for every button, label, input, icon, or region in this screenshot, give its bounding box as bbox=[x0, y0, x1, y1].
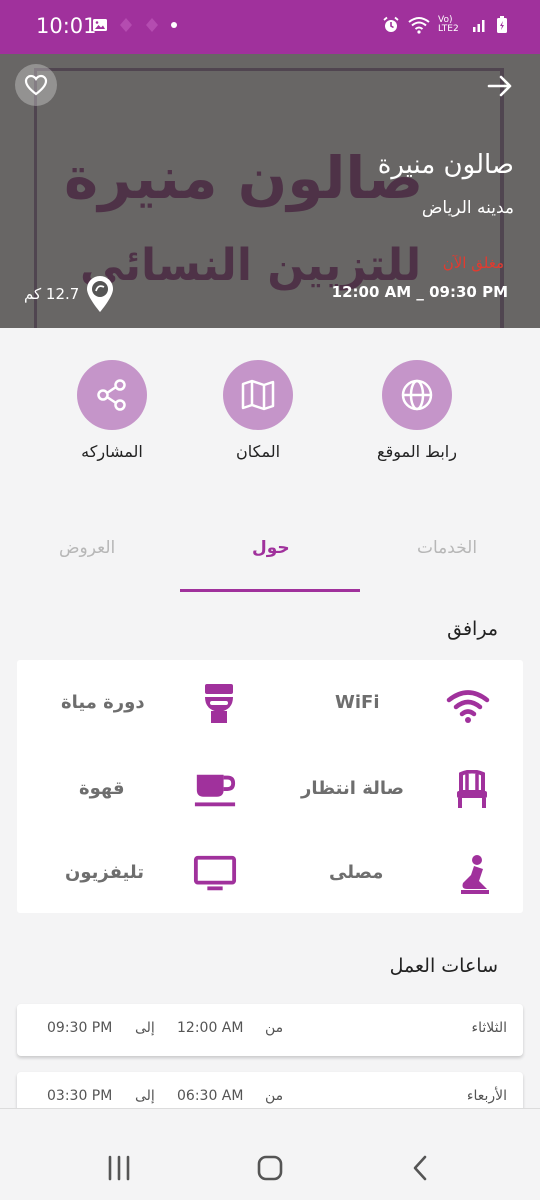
active-tab-indicator bbox=[180, 589, 360, 592]
action-label: المكان bbox=[235, 442, 281, 461]
status-time: 10:01 bbox=[36, 14, 97, 38]
share-button[interactable]: المشاركه bbox=[37, 360, 187, 461]
tab-services[interactable]: الخدمات bbox=[417, 538, 477, 558]
battery-icon bbox=[497, 16, 507, 33]
facilities-row: مصلى تليفزيون bbox=[17, 830, 523, 914]
hours-day: الثلاثاء bbox=[471, 1020, 507, 1036]
hours-from-label: من bbox=[265, 1088, 284, 1104]
tab-about[interactable]: حول bbox=[252, 538, 290, 558]
hours-start: 12:00 AM bbox=[177, 1020, 244, 1036]
globe-icon bbox=[401, 379, 433, 411]
location-button[interactable]: المكان bbox=[183, 360, 333, 461]
system-nav-bar bbox=[0, 1108, 540, 1200]
hours-end: 03:30 PM bbox=[47, 1088, 113, 1104]
recent-apps-icon[interactable] bbox=[104, 1153, 134, 1183]
map-icon bbox=[241, 379, 275, 411]
hours-to-label: إلى bbox=[135, 1020, 155, 1036]
hours-row: الثلاثاء من 12:00 AM إلى 09:30 PM bbox=[17, 1004, 523, 1056]
tv-icon bbox=[193, 855, 237, 891]
salon-hours: 12:00 AM _ 09:30 PM bbox=[331, 283, 508, 301]
facility-label: WiFi bbox=[335, 692, 380, 713]
wifi-status-icon bbox=[408, 17, 430, 34]
more-notifications-dot bbox=[171, 22, 177, 28]
wifi-icon bbox=[446, 690, 490, 723]
website-link-button[interactable]: رابط الموقع bbox=[342, 360, 492, 461]
distance-value: 12.7 كم bbox=[24, 285, 80, 303]
app-notification-icon bbox=[146, 18, 158, 32]
facilities-row: صالة انتظار قهوة bbox=[17, 746, 523, 830]
action-label: المشاركه bbox=[81, 442, 143, 461]
salon-name: صالون منيرة bbox=[377, 150, 514, 180]
facility-label: صالة انتظار bbox=[301, 778, 405, 799]
facility-label: مصلى bbox=[329, 862, 384, 883]
tab-offers[interactable]: العروض bbox=[59, 538, 115, 558]
favorite-button[interactable] bbox=[15, 64, 57, 106]
status-bar: 10:01 Vo) LTE2 bbox=[0, 0, 540, 54]
facility-label: دورة مياة bbox=[61, 692, 145, 713]
facility-label: قهوة bbox=[79, 778, 125, 799]
home-icon[interactable] bbox=[255, 1153, 285, 1183]
chair-icon bbox=[457, 770, 487, 808]
open-status: مغلق الآن bbox=[442, 254, 504, 272]
working-hours-title: ساعات العمل bbox=[389, 955, 498, 977]
facility-label: تليفزيون bbox=[65, 862, 145, 883]
hours-from-label: من bbox=[265, 1020, 284, 1036]
alarm-icon bbox=[383, 16, 399, 32]
gallery-icon bbox=[93, 19, 107, 31]
facilities-title: مرافق bbox=[447, 618, 498, 640]
coffee-icon bbox=[194, 774, 236, 807]
toilet-icon bbox=[205, 684, 233, 723]
content-tabs: الخدمات حول العروض bbox=[0, 538, 540, 594]
prayer-icon bbox=[461, 855, 489, 894]
action-label: رابط الموقع bbox=[377, 442, 457, 461]
facilities-card: WiFi دورة مياة صالة انتظار قهوة مصلى تلي… bbox=[17, 660, 523, 913]
location-pin-icon bbox=[87, 276, 114, 312]
network-label: Vo) LTE2 bbox=[438, 15, 459, 34]
hours-day: الأربعاء bbox=[466, 1088, 507, 1104]
hours-to-label: إلى bbox=[135, 1088, 155, 1104]
back-icon[interactable] bbox=[406, 1153, 436, 1183]
hours-end: 09:30 PM bbox=[47, 1020, 113, 1036]
share-icon bbox=[97, 379, 126, 411]
back-arrow-icon[interactable] bbox=[486, 72, 514, 100]
salon-hero: صالون منيرة للتزيين النسائي صالون منيرة … bbox=[0, 54, 540, 328]
salon-city: مدينه الرياض bbox=[421, 198, 514, 218]
heart-icon bbox=[24, 74, 48, 96]
signal-icon bbox=[473, 20, 485, 32]
app-notification-icon bbox=[120, 18, 132, 32]
hours-start: 06:30 AM bbox=[177, 1088, 244, 1104]
distance-info: 12.7 كم bbox=[24, 275, 115, 313]
quick-actions: رابط الموقع المكان المشاركه bbox=[0, 360, 540, 470]
facilities-row: WiFi دورة مياة bbox=[17, 660, 523, 744]
